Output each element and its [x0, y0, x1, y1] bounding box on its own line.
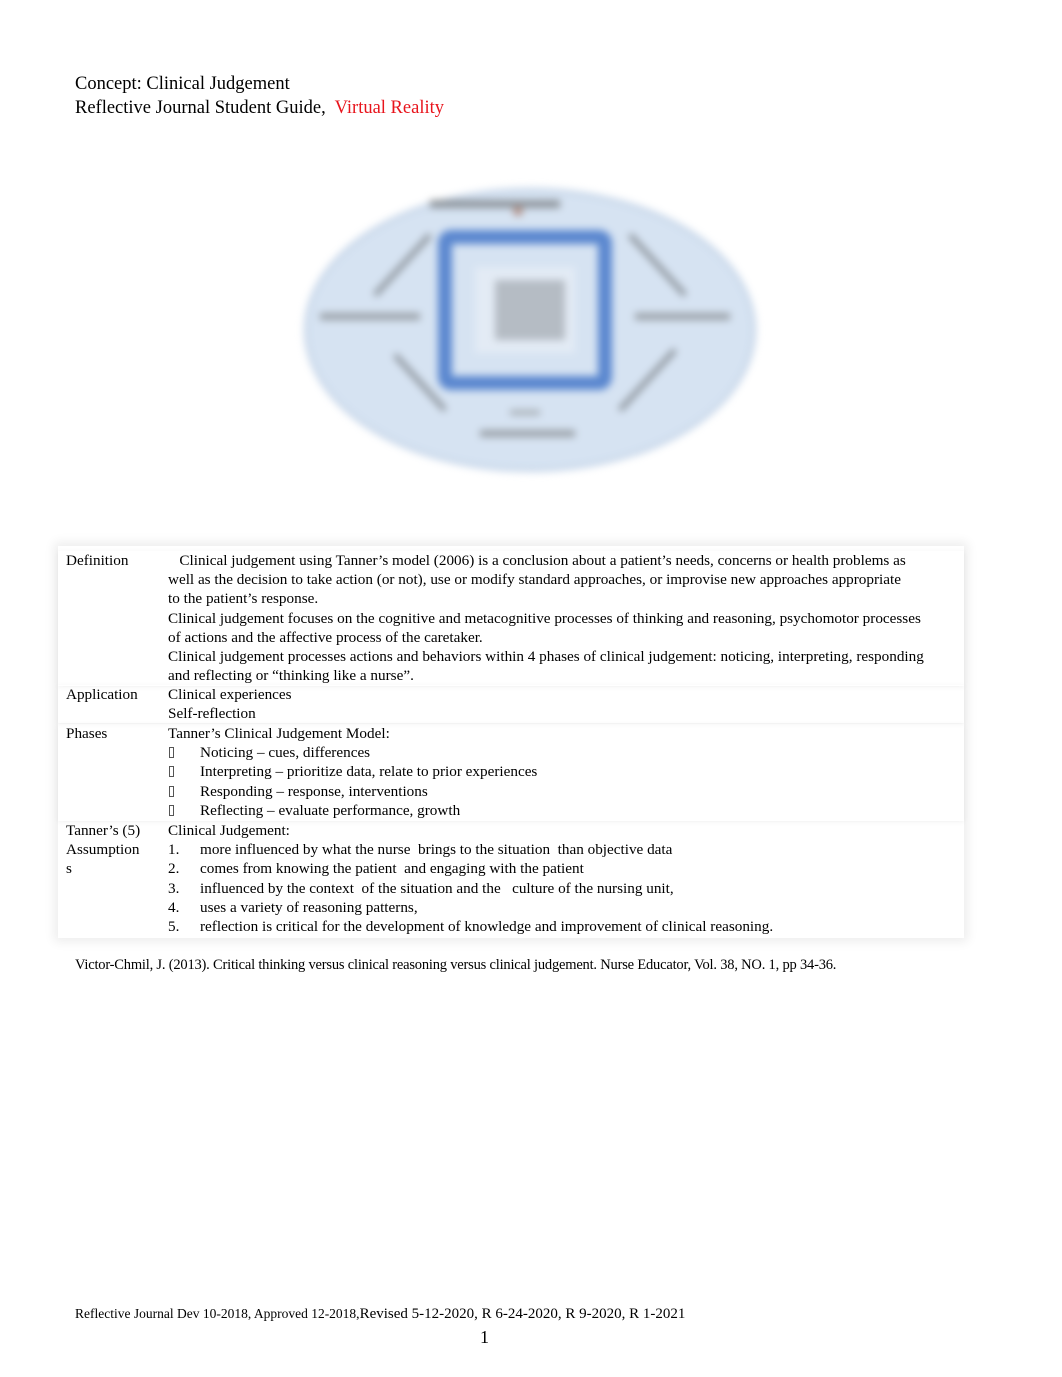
- phases-row: Phases Tanner’s Clinical Judgement Model…: [58, 724, 964, 821]
- assumption-text: influenced by the context of the situati…: [200, 879, 674, 897]
- diagram-bottom-label-1: [510, 410, 540, 415]
- assumptions-label: Tanner’s (5) Assumption s: [66, 821, 158, 879]
- concept-title: Concept: Clinical Judgement: [75, 74, 290, 94]
- reference-citation: Victor-Chmil, J. (2013). Critical thinki…: [75, 957, 837, 973]
- bullet-icon: [169, 804, 174, 816]
- application-item: Self-reflection: [168, 705, 256, 723]
- definition-line: Clinical judgement using Tanner’s model …: [168, 552, 906, 569]
- clinical-judgement-model-diagram: [300, 185, 760, 475]
- footer-revised-text: Revised 5-12-2020, R 6-24-2020, R 9-2020…: [359, 1306, 686, 1322]
- bullet-icon: [169, 785, 174, 797]
- application-content: Clinical experiences Self-reflection: [168, 685, 950, 723]
- assumption-text: uses a variety of reasoning patterns,: [200, 898, 418, 916]
- definition-content: Clinical judgement using Tanner’s model …: [168, 551, 950, 685]
- phase-text: Responding – response, interventions: [200, 782, 428, 800]
- phases-content: Tanner’s Clinical Judgement Model: Notic…: [168, 724, 950, 820]
- assumption-number: 2.: [168, 860, 180, 878]
- guide-title: Reflective Journal Student Guide,: [75, 98, 326, 118]
- phases-intro: Tanner’s Clinical Judgement Model:: [168, 725, 390, 742]
- diagram-bottom-label-2: [480, 430, 575, 437]
- revision-footer: Reflective Journal Dev 10-2018, Approved…: [75, 1306, 685, 1323]
- diagram-dot: [513, 206, 523, 216]
- application-row: Application Clinical experiences Self-re…: [58, 685, 964, 723]
- clinical-judgement-table: Definition Clinical judgement using Tann…: [58, 546, 964, 938]
- phase-item: Interpreting – prioritize data, relate t…: [168, 762, 950, 781]
- assumption-item: 5. reflection is critical for the develop…: [168, 917, 950, 936]
- document-header: Concept: Clinical Judgement Reflective J…: [75, 72, 444, 120]
- assumptions-intro: Clinical Judgement:: [168, 822, 290, 839]
- virtual-reality-label: Virtual Reality: [334, 98, 444, 118]
- assumptions-label-line: Tanner’s (5): [66, 822, 141, 839]
- definition-row: Definition Clinical judgement using Tann…: [58, 551, 964, 686]
- phase-item: Noticing – cues, differences: [168, 743, 950, 762]
- guide-subtitle: Reflective Journal Student Guide, Virtua…: [75, 96, 444, 120]
- assumptions-content: Clinical Judgement: 1. more influenced by…: [168, 821, 950, 936]
- assumptions-label-line: s: [66, 860, 72, 878]
- footer-dev-text: Reflective Journal Dev 10-2018, Approved…: [75, 1306, 360, 1321]
- application-label: Application: [66, 686, 138, 703]
- diagram-graphic: [304, 188, 756, 472]
- assumption-text: comes from knowing the patient and engag…: [200, 860, 584, 878]
- assumption-item: 1. more influenced by what the nurse brin…: [168, 840, 950, 859]
- diagram-right-label: [635, 313, 730, 320]
- definition-line: and reflecting or “thinking like a nurse…: [168, 667, 414, 685]
- assumption-number: 3.: [168, 879, 180, 897]
- phase-item: Responding – response, interventions: [168, 782, 950, 801]
- definition-line: Clinical judgement processes actions and…: [168, 648, 924, 666]
- assumption-item: 4. uses a variety of reasoning patterns,: [168, 898, 950, 917]
- phase-text: Noticing – cues, differences: [200, 744, 371, 762]
- assumption-item: 3. influenced by the context of the situa…: [168, 879, 950, 898]
- phase-text: Reflecting – evaluate performance, growt…: [200, 801, 461, 819]
- diagram-left-label: [320, 313, 420, 320]
- bullet-icon: [169, 766, 174, 778]
- definition-label: Definition: [66, 552, 129, 569]
- assumption-number: 5.: [168, 918, 180, 936]
- assumption-text: more influenced by what the nurse brings…: [200, 841, 673, 859]
- assumptions-row: Tanner’s (5) Assumption s Clinical Judge…: [58, 821, 964, 936]
- phase-text: Interpreting – prioritize data, relate t…: [200, 763, 538, 781]
- definition-line: Clinical judgement focuses on the cognit…: [168, 609, 921, 627]
- definition-line: to the patient’s response.: [168, 590, 319, 608]
- assumptions-label-line: Assumption: [66, 841, 140, 859]
- page-number: 1: [480, 1327, 489, 1347]
- assumption-text: reflection is critical for the developme…: [200, 918, 774, 936]
- definition-line: well as the decision to take action (or …: [168, 571, 901, 589]
- definition-line: of actions and the affective process of …: [168, 628, 483, 646]
- diagram-top-label: [430, 200, 560, 208]
- application-item: Clinical experiences: [168, 686, 292, 703]
- assumption-number: 1.: [168, 841, 180, 859]
- phase-item: Reflecting – evaluate performance, growt…: [168, 801, 950, 820]
- phases-label: Phases: [66, 725, 108, 742]
- bullet-icon: [169, 747, 174, 759]
- assumption-item: 2. comes from knowing the patient and eng…: [168, 859, 950, 878]
- diagram-inner-text: [495, 280, 565, 340]
- assumption-number: 4.: [168, 898, 180, 916]
